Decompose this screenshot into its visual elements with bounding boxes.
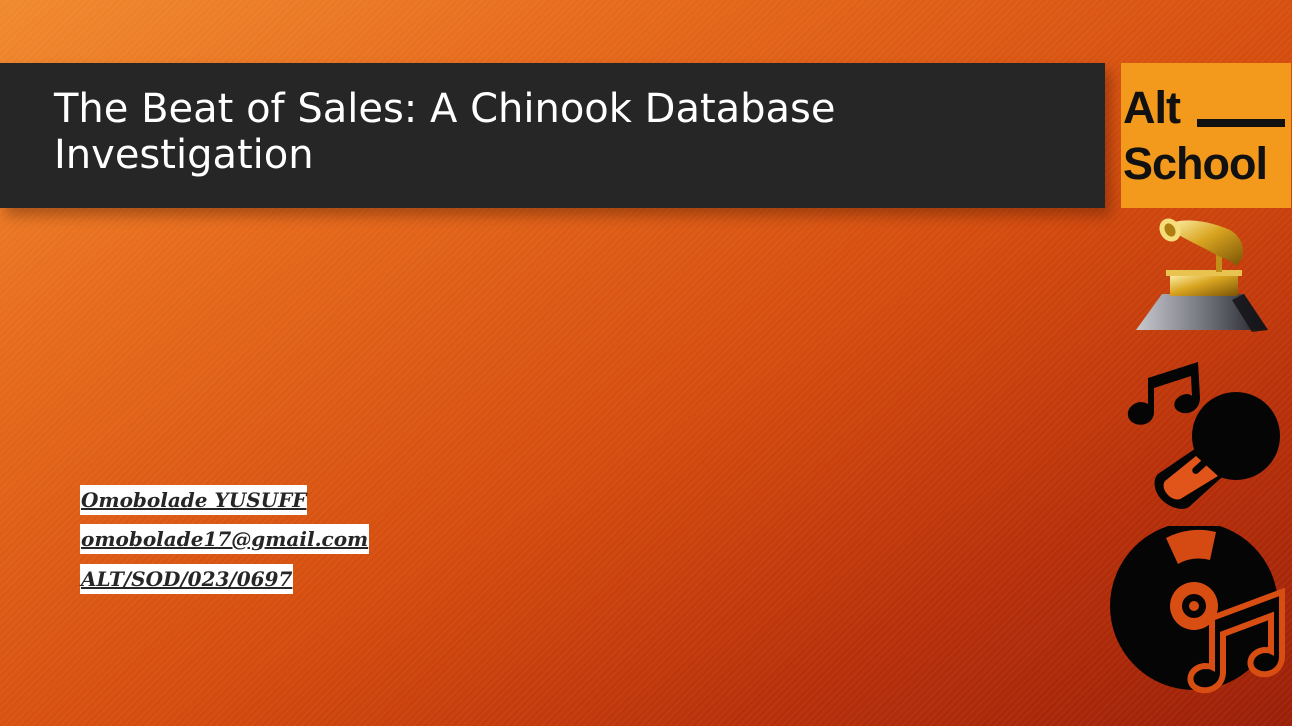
altschool-logo: Alt School bbox=[1121, 63, 1291, 208]
slide-title: The Beat of Sales: A Chinook Database In… bbox=[54, 86, 836, 178]
gramophone-award-icon bbox=[1132, 216, 1272, 336]
disc-music-notes-icon bbox=[1106, 526, 1290, 694]
author-name: Omobolade YUSUFF bbox=[80, 485, 308, 515]
slide: The Beat of Sales: A Chinook Database In… bbox=[0, 0, 1292, 726]
logo-dash bbox=[1197, 119, 1285, 127]
music-notes-microphone-icon bbox=[1118, 358, 1286, 510]
logo-text-alt: Alt bbox=[1123, 82, 1181, 133]
author-email-link[interactable]: omobolade17@gmail.com bbox=[80, 524, 370, 554]
author-student-id: ALT/SOD/023/0697 bbox=[80, 564, 294, 594]
logo-text-school: School bbox=[1123, 138, 1268, 189]
